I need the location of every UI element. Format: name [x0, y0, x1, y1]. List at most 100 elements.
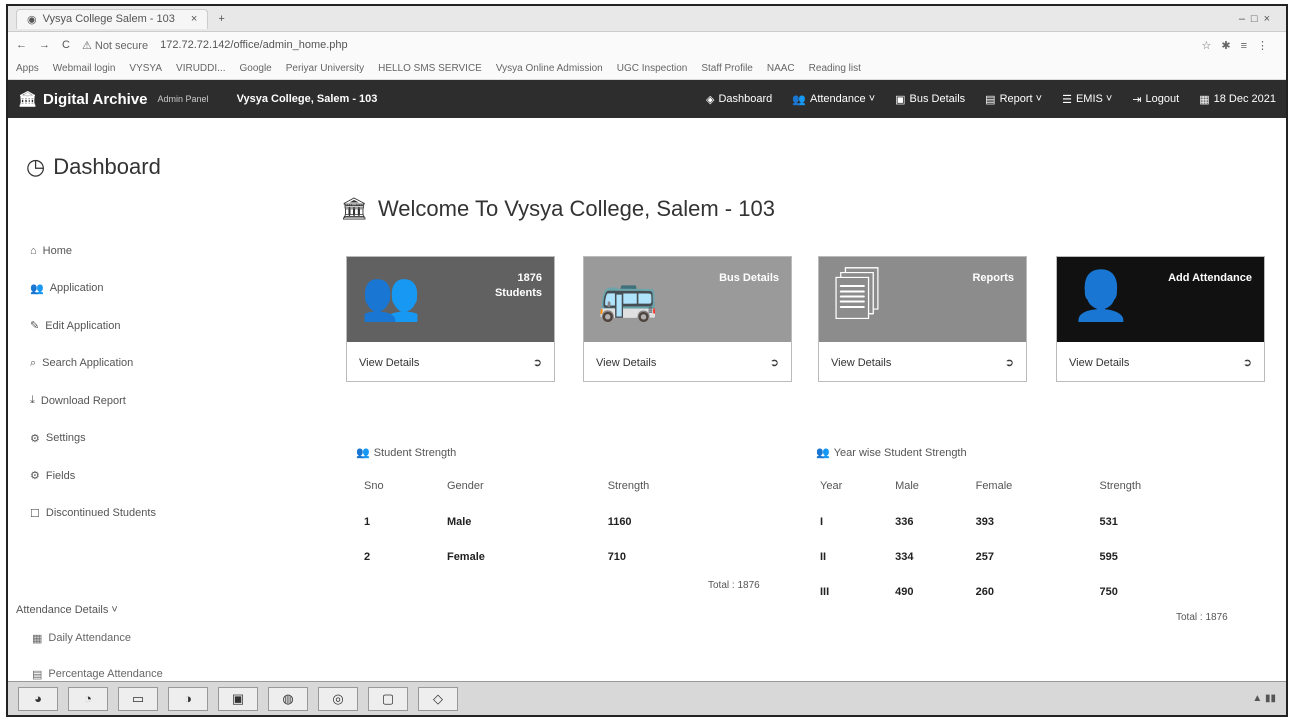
sidebar-item-2[interactable]: ✎ Edit Application — [30, 307, 156, 345]
bookmark-item[interactable]: NAAC — [767, 63, 795, 74]
users-icon: 👥 — [792, 93, 806, 106]
bookmark-item[interactable]: Reading list — [809, 63, 861, 74]
back-icon[interactable]: ← — [16, 39, 27, 51]
nav-item-label: Attendance ˅ — [809, 93, 876, 105]
reload-icon[interactable]: C — [62, 39, 70, 51]
table-cell: Female — [446, 550, 485, 563]
nav-item-0[interactable]: ◈ Dashboard — [706, 93, 772, 106]
bookmark-item[interactable]: VYSYA — [129, 63, 162, 74]
taskbar-app[interactable]: ▭ — [118, 686, 158, 711]
brand[interactable]: 🏛 Digital Archive Admin Panel — [18, 90, 209, 109]
table-cell: 393 — [975, 515, 994, 528]
table-cell: 260 — [975, 585, 994, 598]
card-label: Reports — [972, 271, 1014, 286]
card-bus-details[interactable]: 🚌 Bus Details View Details ➲ — [583, 256, 792, 382]
card-header: 👥 1876 Students — [347, 257, 554, 342]
view-details-link[interactable]: View Details ➲ — [819, 342, 1026, 383]
arrow-circle-icon: ➲ — [532, 357, 542, 369]
card-students[interactable]: 👥 1876 Students View Details ➲ — [346, 256, 555, 382]
nav-item-2[interactable]: ▣ Bus Details — [895, 93, 965, 106]
bookmark-item[interactable]: UGC Inspection — [617, 63, 688, 74]
card-title: Reports — [972, 272, 1014, 284]
close-icon[interactable]: × — [191, 13, 197, 25]
address-bar: ← → C ⚠ Not secure 172.72.72.142/office/… — [8, 32, 1286, 58]
sidebar-item-label: Daily Attendance — [48, 632, 131, 644]
bookmark-item[interactable]: Periyar University — [286, 63, 364, 74]
tab-bar: ◉ Vysya College Salem - 103 × + –□× — [8, 6, 1286, 32]
bookmark-item[interactable]: HELLO SMS SERVICE — [378, 63, 482, 74]
table-cell: Male — [446, 515, 472, 528]
sidebar-item-percentage-attendance[interactable]: ▤ Percentage Attendance — [32, 668, 163, 681]
bookmark-item[interactable]: Staff Profile — [701, 63, 753, 74]
sidebar-item-0[interactable]: ⌂ Home — [30, 232, 156, 270]
nav-item-1[interactable]: 👥 Attendance ˅ — [792, 93, 875, 106]
taskbar-app[interactable]: ◍ — [268, 686, 308, 711]
view-details-label: View Details — [359, 356, 420, 369]
add-user-icon: 👤 — [1071, 270, 1131, 323]
bookmark-item[interactable]: Google — [239, 63, 271, 74]
browser-actions[interactable]: ☆✱≡⋮ — [1202, 39, 1279, 52]
start-button[interactable]: ◕ — [18, 686, 58, 711]
sidebar-item-5[interactable]: ⚙ Settings — [30, 420, 156, 458]
table-cell: 1 — [364, 515, 371, 528]
sidebar-item-label: Application — [49, 282, 104, 295]
new-tab-icon[interactable]: + — [218, 13, 224, 25]
taskbar-app[interactable]: ◇ — [418, 686, 458, 711]
forward-icon[interactable]: → — [39, 39, 50, 51]
table-cell: 531 — [1099, 515, 1118, 528]
bookmark-item[interactable]: Apps — [16, 63, 39, 74]
view-details-link[interactable]: View Details ➲ — [347, 342, 554, 383]
year-strength-title: 👥 Year wise Student Strength — [816, 446, 967, 460]
student-strength-total: Total : 1876 — [708, 580, 760, 591]
sidebar-item-7[interactable]: ☐ Discontinued Students — [30, 495, 156, 533]
sidebar-item-1[interactable]: 👥 Application — [30, 270, 156, 308]
nav-item-label: 18 Dec 2021 — [1213, 93, 1276, 105]
nav-item-6[interactable]: ▦ 18 Dec 2021 — [1199, 93, 1276, 106]
sidebar-item-4[interactable]: ⤓ Download Report — [30, 382, 156, 420]
sidebar-title-text: Dashboard — [53, 154, 161, 179]
card-header: 🚌 Bus Details — [584, 257, 791, 342]
view-details-link[interactable]: View Details ➲ — [1057, 342, 1264, 383]
bookmark-item[interactable]: VIRUDDI... — [176, 63, 225, 74]
chrome-taskbar-icon[interactable]: ◎ — [318, 686, 358, 711]
sidebar-item-3[interactable]: ⌕ Search Application — [30, 345, 156, 383]
sidebar: ◷ Dashboard ⌂ Home 👥 Application ✎ Edit Appli… — [8, 120, 328, 681]
nav-item-label: EMIS ˅ — [1075, 93, 1113, 105]
bookmark-item[interactable]: Webmail login — [53, 63, 116, 74]
taskbar: ◕ ◔ ▭ ◑ ▣ ◍ ◎ ▢ ◇ ▲ ▮▮ — [8, 681, 1286, 715]
card-header: 🗐 Reports — [819, 257, 1026, 342]
table-header-row: Sno Gender Strength — [364, 468, 784, 504]
nav-item-4[interactable]: ☰ EMIS ˅ — [1062, 93, 1112, 106]
edit-icon: ✎ — [30, 320, 40, 333]
list-icon: ☰ — [1062, 93, 1072, 106]
url-input[interactable]: 172.72.72.142/office/admin_home.php — [160, 39, 348, 51]
search-icon: ⌕ — [30, 356, 37, 369]
table-row: I 336 393 531 — [820, 504, 1240, 539]
year-strength-table: Year Male Female Strength I 336 393 531 II 334 257… — [820, 468, 1240, 609]
not-secure-label[interactable]: ⚠ Not secure — [82, 39, 148, 52]
sidebar-item-6[interactable]: ⚙ Fields — [30, 457, 156, 495]
taskbar-app[interactable]: ▣ — [218, 686, 258, 711]
card-add-attendance[interactable]: 👤 Add Attendance View Details ➲ — [1056, 256, 1265, 382]
section-title-text: Student Strength — [373, 446, 457, 459]
taskbar-app[interactable]: ◔ — [68, 686, 108, 711]
view-details-link[interactable]: View Details ➲ — [584, 342, 791, 383]
column-header: Strength — [1099, 480, 1142, 492]
taskbar-app[interactable]: ▢ — [368, 686, 408, 711]
nav-item-3[interactable]: ▤ Report ˅ — [985, 93, 1042, 106]
taskbar-app[interactable]: ◑ — [168, 686, 208, 711]
table-header-row: Year Male Female Strength — [820, 468, 1240, 504]
sidebar-item-label: Percentage Attendance — [48, 668, 163, 680]
home-icon: ⌂ — [30, 244, 37, 257]
browser-tab[interactable]: ◉ Vysya College Salem - 103 × — [16, 8, 209, 29]
bookmarks-bar: Apps Webmail login VYSYA VIRUDDI... Google Pe… — [8, 58, 1286, 80]
document-icon: 🗐 — [833, 270, 881, 323]
sidebar-item-daily-attendance[interactable]: ▦ Daily Attendance — [32, 632, 131, 645]
bookmark-item[interactable]: Vysya Online Admission — [496, 63, 603, 74]
nav-menu: ◈ Dashboard 👥 Attendance ˅ ▣ Bus Details ▤ Repo… — [706, 93, 1276, 106]
table-cell: 334 — [895, 550, 914, 563]
nav-item-5[interactable]: ⇥ Logout — [1132, 93, 1179, 106]
attendance-details-toggle[interactable]: Attendance Details ˅ — [16, 604, 118, 616]
card-reports[interactable]: 🗐 Reports View Details ➲ — [818, 256, 1027, 382]
window-controls[interactable]: –□× — [1239, 13, 1276, 25]
